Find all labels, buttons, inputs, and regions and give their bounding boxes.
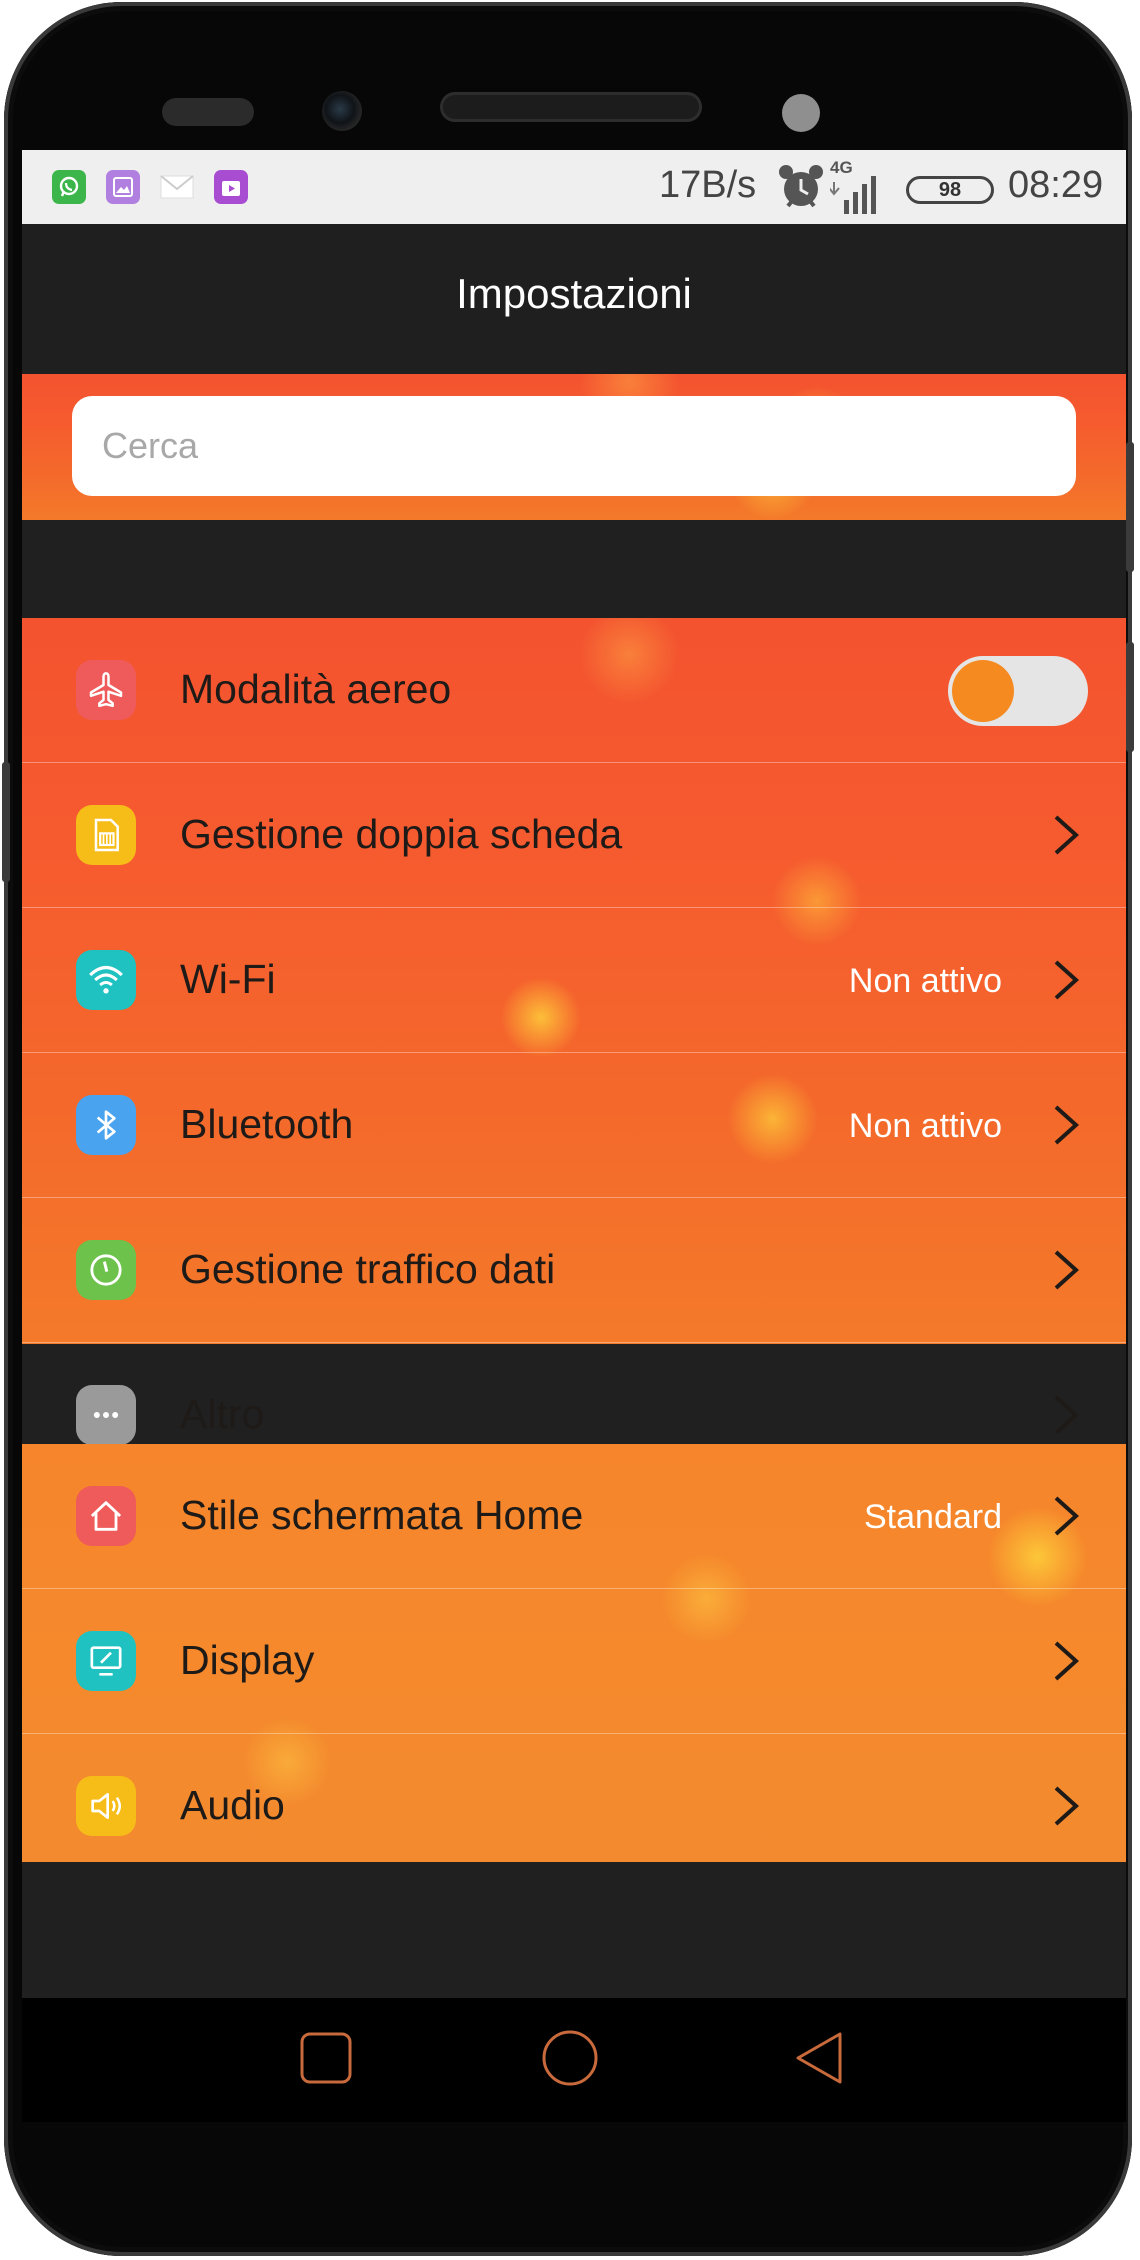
front-camera [322,91,362,131]
network-type: 4G [830,158,853,177]
row-label: Audio [180,1782,285,1828]
row-label: Gestione doppia scheda [180,811,623,857]
row-bluetooth[interactable]: Bluetooth Non attivo [22,1053,1126,1198]
chevron-right-icon [1054,1496,1079,1536]
chevron-right-icon [1054,960,1079,1000]
row-label: Display [180,1637,315,1683]
home-icon [76,1486,136,1546]
bluetooth-icon [76,1095,136,1155]
row-wifi[interactable]: Wi-Fi Non attivo [22,908,1126,1053]
battery-level: 98 [938,178,962,201]
chevron-right-icon [1054,1250,1079,1290]
row-data-usage[interactable]: Gestione traffico dati [22,1198,1126,1343]
search-area [22,374,1126,520]
signal-icon [828,176,880,216]
net-speed: 17B/s [659,164,757,206]
clock: 08:29 [1008,164,1104,206]
row-label: Wi-Fi [180,956,276,1002]
title-bar: Impostazioni [22,224,1126,374]
chevron-right-icon [1054,1786,1079,1826]
more-icon [76,1385,136,1445]
light-sensor [782,94,820,132]
chevron-right-icon [1054,1641,1079,1681]
side-button [1126,642,1134,752]
whatsapp-icon [52,170,86,204]
wifi-icon [76,950,136,1010]
row-home-style[interactable]: Stile schermata Home Standard [22,1444,1126,1589]
volume-button [2,762,10,882]
airplane-icon [76,660,136,720]
toggle-knob [952,660,1014,722]
row-display[interactable]: Display [22,1589,1126,1734]
sim-card-icon [76,805,136,865]
power-button [1126,442,1134,572]
chevron-right-icon [1054,1105,1079,1145]
chevron-right-icon [1054,815,1079,855]
proximity-sensor [162,98,254,126]
nav-bar [22,1998,1126,2122]
bluetooth-status: Non attivo [848,1107,1002,1145]
search-input[interactable] [72,396,1076,496]
gallery-icon [106,170,140,204]
mail-icon [160,170,194,204]
row-label: Modalità aereo [180,666,452,712]
home-style-value: Standard [864,1498,1002,1536]
row-airplane-mode[interactable]: Modalità aereo [22,618,1126,763]
row-label: Altro [180,1391,265,1437]
row-audio[interactable]: Audio [22,1734,1126,1879]
phone-frame: 17B/s 4G 98 08:29 Impostazioni Cerca Mod… [2,2,1134,2256]
store-icon [214,170,248,204]
earpiece-speaker [440,92,702,122]
page-title: Impostazioni [456,270,692,317]
home-button[interactable] [540,2028,600,2088]
status-bar: 17B/s 4G 98 08:29 [22,150,1126,224]
airplane-mode-toggle[interactable] [948,656,1088,726]
battery-icon: 98 [906,176,994,204]
speaker-icon [76,1776,136,1836]
row-dual-sim[interactable]: Gestione doppia scheda [22,763,1126,908]
row-label: Gestione traffico dati [180,1246,556,1292]
row-label: Bluetooth [180,1101,354,1147]
chevron-right-icon [1054,1395,1079,1435]
settings-group-device: Stile schermata Home Standard Display Au… [22,1444,1126,1862]
recents-button[interactable] [298,2030,354,2086]
screen: 17B/s 4G 98 08:29 Impostazioni Cerca Mod… [22,150,1126,1998]
row-label: Stile schermata Home [180,1492,584,1538]
display-icon [76,1631,136,1691]
data-usage-icon [76,1240,136,1300]
wifi-status: Non attivo [848,962,1002,1000]
alarm-icon [776,162,826,212]
back-button[interactable] [790,2028,850,2088]
settings-group-connectivity: Modalità aereo Gestione doppia scheda Wi… [22,618,1126,1445]
